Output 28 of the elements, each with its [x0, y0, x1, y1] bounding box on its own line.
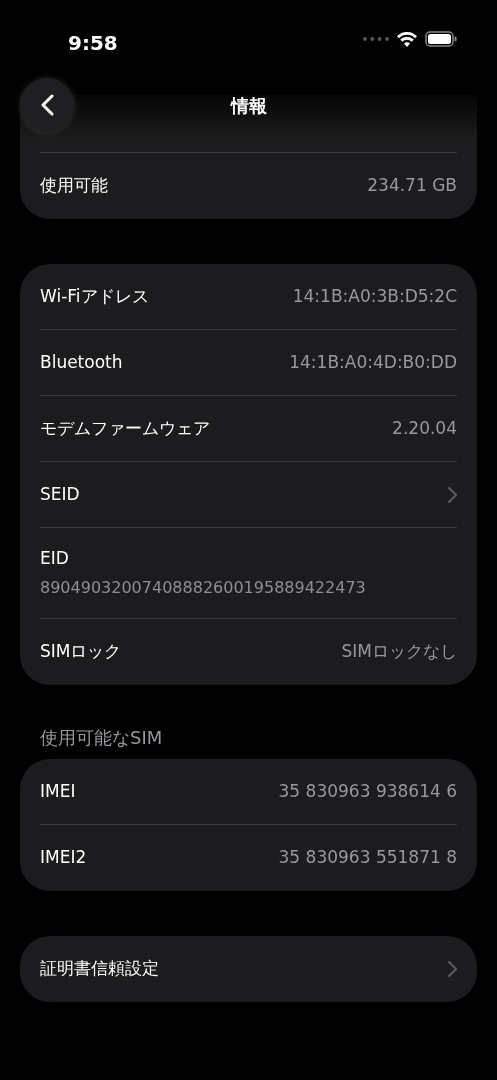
wifi-icon — [397, 31, 417, 47]
row-value: 35 830963 938614 6 — [278, 779, 457, 803]
section-header: 使用可能なSIM — [39, 726, 164, 750]
chevron-icon — [448, 961, 457, 977]
row-value: 14:1B:A0:3B:D5:2C — [292, 284, 457, 308]
row-label: Bluetooth — [40, 350, 123, 374]
row-value: SIMロックなし — [341, 640, 457, 664]
row-label: IMEI — [40, 779, 76, 803]
battery-icon — [425, 31, 457, 47]
row-label: IMEI2 — [40, 846, 87, 870]
row-label: SIMロック — [40, 640, 122, 664]
status-time: 9:58 — [68, 30, 118, 57]
row-label: モデムファームウェア — [40, 416, 210, 440]
nav-title: 情報 — [229, 94, 268, 118]
signal-icon — [363, 37, 389, 41]
row-value: 2.20.04 — [392, 416, 457, 440]
back-button[interactable] — [20, 78, 74, 132]
row-value: 14:1B:A0:4D:B0:DD — [289, 350, 457, 374]
row-label: EID — [40, 547, 69, 571]
row-value: 234.71 GB — [367, 174, 457, 198]
row-label: SEID — [40, 482, 80, 506]
back-icon — [40, 94, 54, 116]
row-value: 35 830963 551871 8 — [278, 846, 457, 870]
row-value: 89049032007408882600195889422473 — [40, 576, 366, 599]
row-label: Wi-Fiアドレス — [40, 284, 149, 308]
row-label: 使用可能 — [40, 174, 108, 198]
row-label: 証明書信頼設定 — [40, 957, 159, 981]
chevron-icon — [448, 486, 457, 503]
